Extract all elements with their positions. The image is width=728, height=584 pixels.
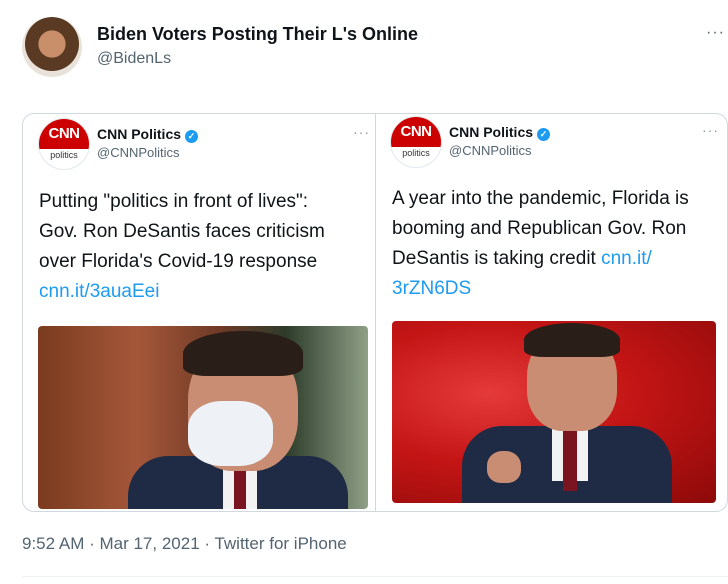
embed-text-line-with-link: DeSantis is taking credit cnn.it/ [392,244,722,274]
cnn-logo-sub: politics [50,150,78,160]
more-options-icon: ··· [353,124,370,140]
embed-text-line: Gov. Ron DeSantis faces criticism [39,221,325,242]
cnn-logo-text: CNN [391,117,441,147]
author-name[interactable]: Biden Voters Posting Their L's Online [97,24,418,45]
embed-author-name-text: CNN Politics [449,124,534,140]
tweet-timestamp[interactable]: 9:52 AM · Mar 17, 2021 · Twitter for iPh… [22,534,347,554]
cnn-logo-sub: politics [402,148,430,158]
photo-tie [563,431,577,491]
verified-badge-icon: ✓ [537,128,551,141]
embed-text-segment: DeSantis is taking credit [392,248,602,269]
photo-hair [183,331,303,376]
embed-author-handle: @CNNPolitics [449,143,532,158]
verified-badge-icon: ✓ [185,130,199,143]
photo-face-mask [188,401,273,466]
embed-author-name: CNN Politics ✓ [97,126,199,143]
photo-tie [234,466,246,509]
embed-tweet-text: Putting "politics in front of lives": Go… [39,187,369,307]
tweet-divider [22,576,728,577]
embed-tweet-text: A year into the pandemic, Florida is boo… [392,184,722,304]
embedded-tweet-right[interactable]: CNN politics CNN Politics ✓ @CNNPolitics … [376,114,726,511]
embed-link: cnn.it/3auaEei [39,281,160,302]
desantis-speaking-photo [392,321,716,503]
cnn-politics-logo: CNN politics [390,116,442,168]
embed-author-name: CNN Politics ✓ [449,124,551,141]
tweet-media[interactable]: CNN politics CNN Politics ✓ @CNNPolitics … [22,113,728,512]
more-options-icon: ··· [702,122,719,138]
more-options-icon[interactable]: ··· [706,24,725,42]
embed-text-line: over Florida's Covid-19 response [39,251,318,272]
author-avatar[interactable] [22,17,82,77]
embed-link: cnn.it/ [601,248,652,269]
cnn-logo-text: CNN [39,119,89,149]
photo-hair [524,323,620,357]
embed-link-continued: 3rZN6DS [392,278,472,299]
embed-author-handle: @CNNPolitics [97,145,180,160]
embed-text-line: Putting "politics in front of lives": [39,191,309,212]
embed-text-line: booming and Republican Gov. Ron [392,218,687,239]
tweet-header: Biden Voters Posting Their L's Online @B… [0,0,728,100]
cnn-politics-logo: CNN politics [38,118,90,170]
embedded-tweet-left[interactable]: CNN politics CNN Politics ✓ @CNNPolitics … [23,114,373,511]
embed-text-line: A year into the pandemic, Florida is [392,188,689,209]
photo-hand [487,451,521,483]
desantis-masked-photo [38,326,368,509]
embed-author-name-text: CNN Politics [97,126,182,142]
author-handle[interactable]: @BidenLs [97,50,171,68]
